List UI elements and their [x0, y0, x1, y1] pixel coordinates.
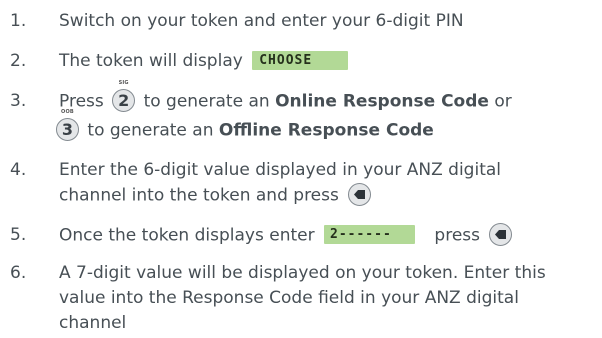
- step-text: press: [434, 225, 480, 246]
- step-number: 3.: [10, 91, 27, 111]
- enter-key-icon: [489, 223, 513, 246]
- step-text: The token will display: [59, 51, 243, 71]
- token-key-2: SIG 2: [112, 80, 136, 112]
- token-display-value: 2------: [324, 225, 415, 244]
- step-number: 4.: [10, 160, 27, 180]
- online-response-code-label: Online Response Code: [275, 91, 489, 112]
- step-text: to generate an: [87, 120, 214, 141]
- key-label: 2: [118, 91, 130, 110]
- offline-response-code-label: Offline Response Code: [218, 120, 434, 141]
- step-number: 5.: [10, 225, 27, 245]
- instruction-list: 1. Switch on your token and enter your 6…: [0, 0, 602, 338]
- step-text: Once the token displays enter: [59, 225, 315, 246]
- step-text: or: [494, 91, 512, 112]
- key-caption: SIG: [118, 80, 129, 86]
- token-key-3: OOB 3: [56, 109, 79, 141]
- step-text: value into the Response Code field in yo…: [59, 288, 519, 308]
- step-text: A 7-digit value will be displayed on you…: [59, 263, 546, 283]
- key-caption: OOB: [61, 109, 74, 115]
- enter-key-icon: [348, 183, 372, 206]
- step-number: 6.: [10, 263, 27, 283]
- step-number: 2.: [10, 51, 27, 71]
- step-text: Switch on your token and enter your 6-di…: [59, 11, 464, 31]
- step-text: to generate an: [143, 91, 270, 112]
- key-label: 3: [61, 120, 74, 139]
- step-text: channel: [59, 313, 127, 333]
- step-text: channel into the token and press: [59, 185, 339, 206]
- step-number: 1.: [10, 11, 27, 31]
- step-text: Enter the 6-digit value displayed in you…: [59, 160, 501, 180]
- token-display-choose: CHOOSE: [252, 50, 349, 70]
